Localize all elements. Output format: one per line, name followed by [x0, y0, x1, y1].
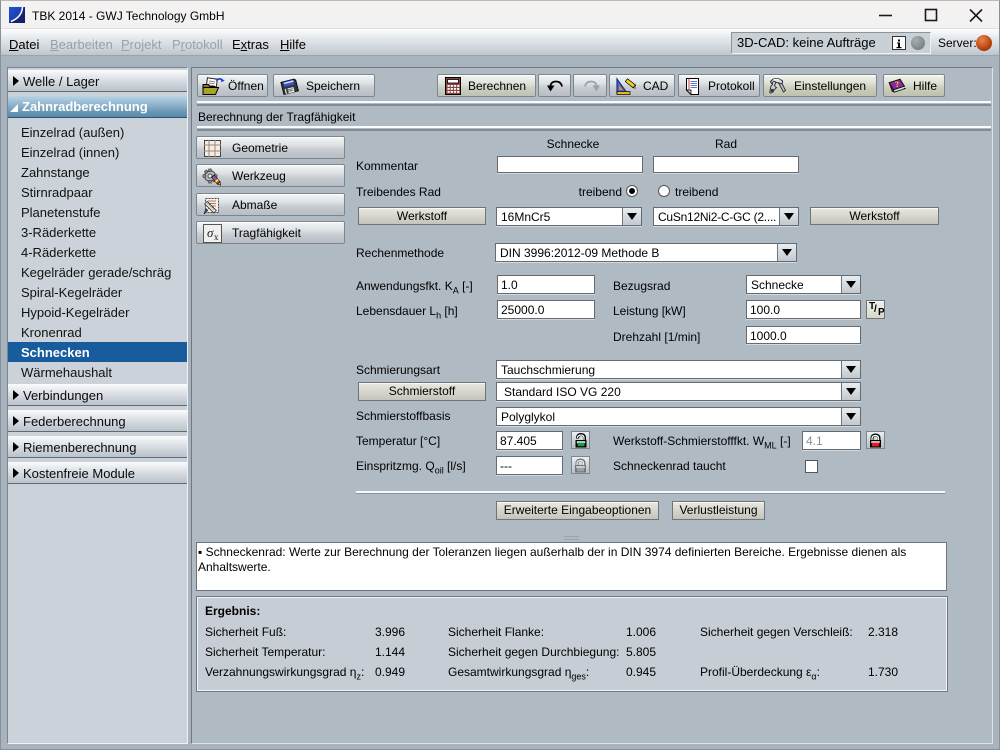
svg-text:x: x: [214, 232, 219, 242]
svg-text:σ: σ: [207, 225, 214, 240]
